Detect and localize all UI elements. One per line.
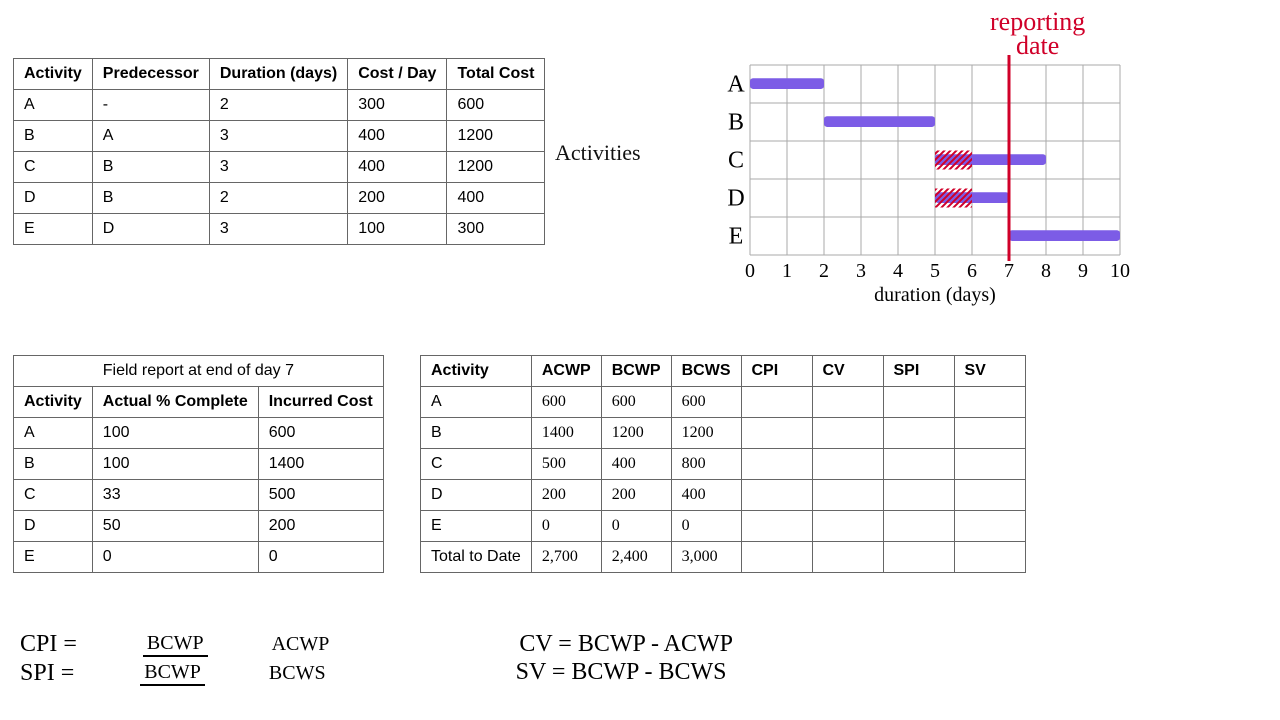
table-row: A-2300600 xyxy=(14,90,545,121)
table-row: B140012001200 xyxy=(421,418,1026,449)
svg-text:C: C xyxy=(728,148,744,174)
reporting-date-label: reporting date xyxy=(990,10,1085,58)
table-row: Total to Date2,7002,4003,000 xyxy=(421,542,1026,573)
gantt-chart: ABCDE0 1 2 3 4 5 6 7 8 9 10 duration (days) xyxy=(710,55,1140,315)
field-report-table: Field report at end of day 7 Activity Ac… xyxy=(13,355,384,573)
table-row: D200200400 xyxy=(421,480,1026,511)
svg-text:B: B xyxy=(728,110,744,136)
svg-text:D: D xyxy=(727,186,744,212)
formula-spi: SPI = BCWPBCWS xyxy=(20,659,450,687)
activities-label: Activities xyxy=(555,140,641,166)
svg-text:5: 5 xyxy=(930,260,940,282)
svg-text:3: 3 xyxy=(856,260,866,282)
col-duration: Duration (days) xyxy=(209,59,347,90)
earned-value-table: Activity ACWP BCWP BCWS CPI CV SPI SV A6… xyxy=(420,355,1026,573)
table-row: A100600 xyxy=(14,418,384,449)
table-header-row: Activity Predecessor Duration (days) Cos… xyxy=(14,59,545,90)
table-row: B1001400 xyxy=(14,449,384,480)
table-row: ED3100300 xyxy=(14,214,545,245)
formula-cv: CV = BCWP - ACWP xyxy=(519,631,733,658)
svg-text:4: 4 xyxy=(893,260,903,282)
svg-text:8: 8 xyxy=(1041,260,1051,282)
table-row: D50200 xyxy=(14,511,384,542)
table-title: Field report at end of day 7 xyxy=(14,356,384,387)
svg-text:E: E xyxy=(729,224,744,250)
table-header-row: Activity Actual % Complete Incurred Cost xyxy=(14,387,384,418)
table-row: A600600600 xyxy=(421,387,1026,418)
svg-text:2: 2 xyxy=(819,260,829,282)
col-cost-day: Cost / Day xyxy=(348,59,447,90)
svg-text:duration (days): duration (days) xyxy=(874,284,996,306)
activity-definition-table: Activity Predecessor Duration (days) Cos… xyxy=(13,58,545,245)
formulas-row: CPI = BCWPACWP CV = BCWP - ACWP SPI = BC… xyxy=(20,630,1260,687)
svg-text:0: 0 xyxy=(745,260,755,282)
col-total-cost: Total Cost xyxy=(447,59,545,90)
svg-text:10: 10 xyxy=(1110,260,1130,282)
table-row: C500400800 xyxy=(421,449,1026,480)
table-row: E00 xyxy=(14,542,384,573)
formula-sv: SV = BCWP - BCWS xyxy=(516,659,727,686)
table-row: BA34001200 xyxy=(14,121,545,152)
table-row: E000 xyxy=(421,511,1026,542)
table-row: CB34001200 xyxy=(14,152,545,183)
col-activity: Activity xyxy=(14,59,93,90)
svg-text:1: 1 xyxy=(782,260,792,282)
table-row: DB2200400 xyxy=(14,183,545,214)
table-row: C33500 xyxy=(14,480,384,511)
col-predecessor: Predecessor xyxy=(92,59,209,90)
svg-text:6: 6 xyxy=(967,260,977,282)
table-header-row: Activity ACWP BCWP BCWS CPI CV SPI SV xyxy=(421,356,1026,387)
svg-text:9: 9 xyxy=(1078,260,1088,282)
svg-text:A: A xyxy=(727,72,745,98)
svg-text:7: 7 xyxy=(1004,260,1014,282)
formula-cpi: CPI = BCWPACWP xyxy=(20,630,453,658)
